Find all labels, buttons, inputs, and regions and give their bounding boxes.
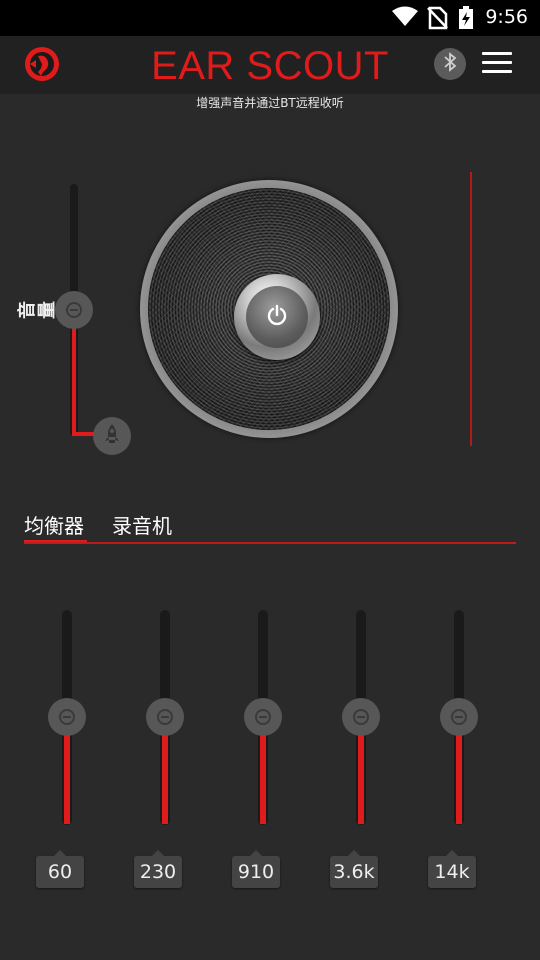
rocket-icon	[103, 423, 121, 449]
status-bar: 9:56	[0, 0, 540, 36]
slider-grip-icon	[451, 709, 467, 725]
eq-slider-knob[interactable]	[342, 698, 380, 736]
tab-equalizer[interactable]: 均衡器	[24, 510, 87, 544]
no-sim-icon	[426, 6, 448, 34]
slider-grip-icon	[157, 709, 173, 725]
volume-label: 音量	[17, 301, 58, 319]
eq-slider-fill	[456, 734, 462, 824]
bluetooth-icon	[442, 52, 458, 76]
eq-band-3-6k: 3.6k	[330, 610, 394, 890]
eq-band-label: 230	[134, 850, 182, 888]
slider-grip-icon	[353, 709, 369, 725]
tab-equalizer-label: 均衡器	[24, 514, 84, 538]
eq-band-60: 60	[36, 610, 100, 890]
eq-slider-knob[interactable]	[48, 698, 86, 736]
power-button[interactable]	[234, 274, 320, 360]
eq-slider-fill	[162, 734, 168, 824]
eq-band-14k: 14k	[428, 610, 492, 890]
hamburger-menu-icon[interactable]	[482, 52, 512, 76]
tab-recorder-label: 录音机	[112, 514, 172, 538]
eq-slider-knob[interactable]	[146, 698, 184, 736]
tab-recorder[interactable]: 录音机	[112, 510, 172, 542]
tab-divider	[24, 542, 516, 544]
eq-band-230: 230	[134, 610, 198, 890]
eq-slider-knob[interactable]	[440, 698, 478, 736]
status-time: 9:56	[485, 6, 528, 28]
battery-charging-icon	[458, 6, 474, 34]
slider-grip-icon	[59, 709, 75, 725]
speaker-grille	[140, 180, 398, 438]
eq-slider-knob[interactable]	[244, 698, 282, 736]
slider-grip-icon	[255, 709, 271, 725]
speaker-mesh	[148, 188, 390, 430]
eq-band-label: 14k	[428, 850, 476, 888]
app-subtitle: 增强声音并通过BT远程收听	[196, 96, 344, 110]
volume-slider-knob[interactable]	[55, 291, 93, 329]
power-icon	[266, 304, 288, 330]
slider-grip-icon	[66, 302, 82, 318]
wifi-icon	[392, 6, 418, 32]
bluetooth-button[interactable]	[434, 48, 466, 80]
app-header: EAR SCOUT	[0, 36, 540, 94]
volume-boost-button[interactable]	[93, 417, 131, 455]
eq-band-label: 910	[232, 850, 280, 888]
eq-slider-fill	[64, 734, 70, 824]
eq-band-label: 3.6k	[330, 850, 378, 888]
tab-bar: 均衡器 录音机	[24, 510, 516, 546]
eq-band-910: 910	[232, 610, 296, 890]
eq-slider-fill	[260, 734, 266, 824]
audio-level-meter	[470, 172, 472, 446]
eq-band-label: 60	[36, 850, 84, 888]
eq-slider-fill	[358, 734, 364, 824]
